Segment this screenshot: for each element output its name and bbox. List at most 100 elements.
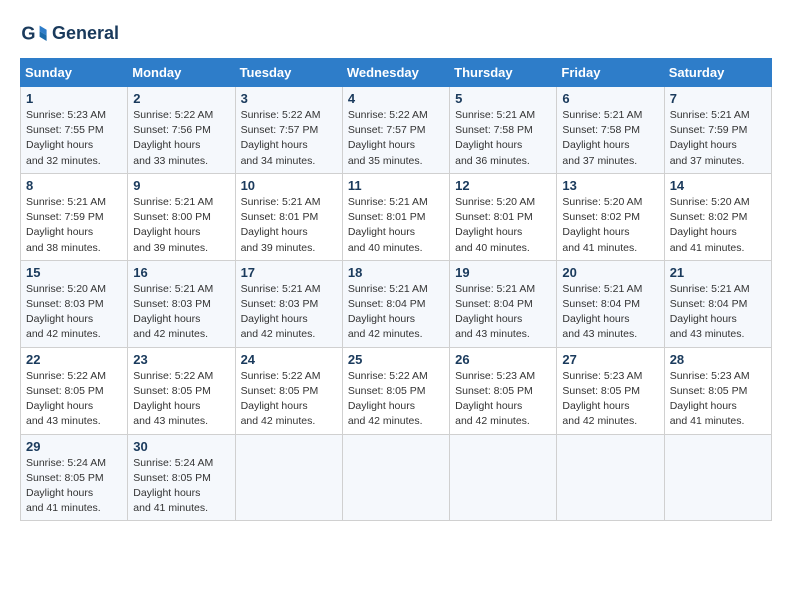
day-number: 5 (455, 91, 551, 106)
day-number: 11 (348, 178, 444, 193)
page-header: G General (20, 20, 772, 48)
day-info: Sunrise: 5:22 AMSunset: 7:57 PMDaylight … (348, 108, 444, 169)
day-number: 8 (26, 178, 122, 193)
calendar-week-row: 8 Sunrise: 5:21 AMSunset: 7:59 PMDayligh… (21, 173, 772, 260)
day-number: 22 (26, 352, 122, 367)
day-number: 19 (455, 265, 551, 280)
calendar-cell: 21 Sunrise: 5:21 AMSunset: 8:04 PMDaylig… (664, 260, 771, 347)
calendar-cell: 2 Sunrise: 5:22 AMSunset: 7:56 PMDayligh… (128, 87, 235, 174)
calendar-cell: 11 Sunrise: 5:21 AMSunset: 8:01 PMDaylig… (342, 173, 449, 260)
day-info: Sunrise: 5:22 AMSunset: 8:05 PMDaylight … (348, 369, 444, 430)
day-info: Sunrise: 5:22 AMSunset: 8:05 PMDaylight … (241, 369, 337, 430)
calendar-table: SundayMondayTuesdayWednesdayThursdayFrid… (20, 58, 772, 521)
day-number: 24 (241, 352, 337, 367)
day-number: 26 (455, 352, 551, 367)
day-number: 27 (562, 352, 658, 367)
calendar-cell: 23 Sunrise: 5:22 AMSunset: 8:05 PMDaylig… (128, 347, 235, 434)
day-number: 6 (562, 91, 658, 106)
day-info: Sunrise: 5:20 AMSunset: 8:03 PMDaylight … (26, 282, 122, 343)
day-info: Sunrise: 5:21 AMSunset: 8:01 PMDaylight … (348, 195, 444, 256)
day-number: 21 (670, 265, 766, 280)
calendar-cell: 26 Sunrise: 5:23 AMSunset: 8:05 PMDaylig… (450, 347, 557, 434)
day-number: 23 (133, 352, 229, 367)
day-info: Sunrise: 5:21 AMSunset: 7:58 PMDaylight … (455, 108, 551, 169)
day-info: Sunrise: 5:21 AMSunset: 8:04 PMDaylight … (455, 282, 551, 343)
calendar-cell: 20 Sunrise: 5:21 AMSunset: 8:04 PMDaylig… (557, 260, 664, 347)
day-number: 12 (455, 178, 551, 193)
day-number: 13 (562, 178, 658, 193)
day-info: Sunrise: 5:24 AMSunset: 8:05 PMDaylight … (133, 456, 229, 517)
day-info: Sunrise: 5:20 AMSunset: 8:02 PMDaylight … (670, 195, 766, 256)
calendar-cell: 19 Sunrise: 5:21 AMSunset: 8:04 PMDaylig… (450, 260, 557, 347)
calendar-cell: 15 Sunrise: 5:20 AMSunset: 8:03 PMDaylig… (21, 260, 128, 347)
day-info: Sunrise: 5:21 AMSunset: 7:58 PMDaylight … (562, 108, 658, 169)
logo: G General (20, 20, 119, 48)
calendar-cell: 25 Sunrise: 5:22 AMSunset: 8:05 PMDaylig… (342, 347, 449, 434)
day-number: 4 (348, 91, 444, 106)
logo-icon: G (20, 20, 48, 48)
day-info: Sunrise: 5:20 AMSunset: 8:01 PMDaylight … (455, 195, 551, 256)
calendar-week-row: 15 Sunrise: 5:20 AMSunset: 8:03 PMDaylig… (21, 260, 772, 347)
day-info: Sunrise: 5:21 AMSunset: 8:04 PMDaylight … (348, 282, 444, 343)
calendar-cell: 14 Sunrise: 5:20 AMSunset: 8:02 PMDaylig… (664, 173, 771, 260)
weekday-header: Monday (128, 59, 235, 87)
weekday-header: Saturday (664, 59, 771, 87)
calendar-cell: 3 Sunrise: 5:22 AMSunset: 7:57 PMDayligh… (235, 87, 342, 174)
calendar-week-row: 22 Sunrise: 5:22 AMSunset: 8:05 PMDaylig… (21, 347, 772, 434)
day-info: Sunrise: 5:21 AMSunset: 8:04 PMDaylight … (670, 282, 766, 343)
svg-text:G: G (21, 24, 35, 44)
calendar-cell (235, 434, 342, 521)
day-info: Sunrise: 5:22 AMSunset: 8:05 PMDaylight … (133, 369, 229, 430)
day-number: 17 (241, 265, 337, 280)
calendar-cell: 28 Sunrise: 5:23 AMSunset: 8:05 PMDaylig… (664, 347, 771, 434)
calendar-cell: 27 Sunrise: 5:23 AMSunset: 8:05 PMDaylig… (557, 347, 664, 434)
day-info: Sunrise: 5:23 AMSunset: 8:05 PMDaylight … (670, 369, 766, 430)
weekday-header: Wednesday (342, 59, 449, 87)
calendar-cell: 7 Sunrise: 5:21 AMSunset: 7:59 PMDayligh… (664, 87, 771, 174)
weekday-header: Thursday (450, 59, 557, 87)
day-number: 1 (26, 91, 122, 106)
calendar-cell (450, 434, 557, 521)
day-info: Sunrise: 5:21 AMSunset: 7:59 PMDaylight … (670, 108, 766, 169)
calendar-week-row: 29 Sunrise: 5:24 AMSunset: 8:05 PMDaylig… (21, 434, 772, 521)
calendar-cell: 18 Sunrise: 5:21 AMSunset: 8:04 PMDaylig… (342, 260, 449, 347)
day-number: 3 (241, 91, 337, 106)
calendar-cell: 8 Sunrise: 5:21 AMSunset: 7:59 PMDayligh… (21, 173, 128, 260)
day-info: Sunrise: 5:23 AMSunset: 8:05 PMDaylight … (562, 369, 658, 430)
calendar-cell: 12 Sunrise: 5:20 AMSunset: 8:01 PMDaylig… (450, 173, 557, 260)
day-number: 28 (670, 352, 766, 367)
calendar-cell: 5 Sunrise: 5:21 AMSunset: 7:58 PMDayligh… (450, 87, 557, 174)
calendar-cell: 10 Sunrise: 5:21 AMSunset: 8:01 PMDaylig… (235, 173, 342, 260)
calendar-cell: 16 Sunrise: 5:21 AMSunset: 8:03 PMDaylig… (128, 260, 235, 347)
calendar-cell: 1 Sunrise: 5:23 AMSunset: 7:55 PMDayligh… (21, 87, 128, 174)
day-info: Sunrise: 5:23 AMSunset: 8:05 PMDaylight … (455, 369, 551, 430)
day-info: Sunrise: 5:21 AMSunset: 8:00 PMDaylight … (133, 195, 229, 256)
day-info: Sunrise: 5:22 AMSunset: 7:57 PMDaylight … (241, 108, 337, 169)
day-number: 2 (133, 91, 229, 106)
day-info: Sunrise: 5:20 AMSunset: 8:02 PMDaylight … (562, 195, 658, 256)
day-number: 20 (562, 265, 658, 280)
calendar-cell: 30 Sunrise: 5:24 AMSunset: 8:05 PMDaylig… (128, 434, 235, 521)
calendar-week-row: 1 Sunrise: 5:23 AMSunset: 7:55 PMDayligh… (21, 87, 772, 174)
weekday-header: Friday (557, 59, 664, 87)
day-number: 7 (670, 91, 766, 106)
calendar-header: SundayMondayTuesdayWednesdayThursdayFrid… (21, 59, 772, 87)
calendar-cell: 9 Sunrise: 5:21 AMSunset: 8:00 PMDayligh… (128, 173, 235, 260)
day-number: 9 (133, 178, 229, 193)
day-info: Sunrise: 5:21 AMSunset: 7:59 PMDaylight … (26, 195, 122, 256)
calendar-cell (342, 434, 449, 521)
day-info: Sunrise: 5:22 AMSunset: 7:56 PMDaylight … (133, 108, 229, 169)
calendar-cell: 13 Sunrise: 5:20 AMSunset: 8:02 PMDaylig… (557, 173, 664, 260)
calendar-cell: 24 Sunrise: 5:22 AMSunset: 8:05 PMDaylig… (235, 347, 342, 434)
day-number: 18 (348, 265, 444, 280)
weekday-header: Tuesday (235, 59, 342, 87)
calendar-cell: 6 Sunrise: 5:21 AMSunset: 7:58 PMDayligh… (557, 87, 664, 174)
calendar-cell: 17 Sunrise: 5:21 AMSunset: 8:03 PMDaylig… (235, 260, 342, 347)
day-number: 10 (241, 178, 337, 193)
day-info: Sunrise: 5:21 AMSunset: 8:03 PMDaylight … (241, 282, 337, 343)
day-info: Sunrise: 5:21 AMSunset: 8:01 PMDaylight … (241, 195, 337, 256)
day-number: 14 (670, 178, 766, 193)
calendar-cell: 29 Sunrise: 5:24 AMSunset: 8:05 PMDaylig… (21, 434, 128, 521)
day-number: 15 (26, 265, 122, 280)
day-info: Sunrise: 5:21 AMSunset: 8:03 PMDaylight … (133, 282, 229, 343)
